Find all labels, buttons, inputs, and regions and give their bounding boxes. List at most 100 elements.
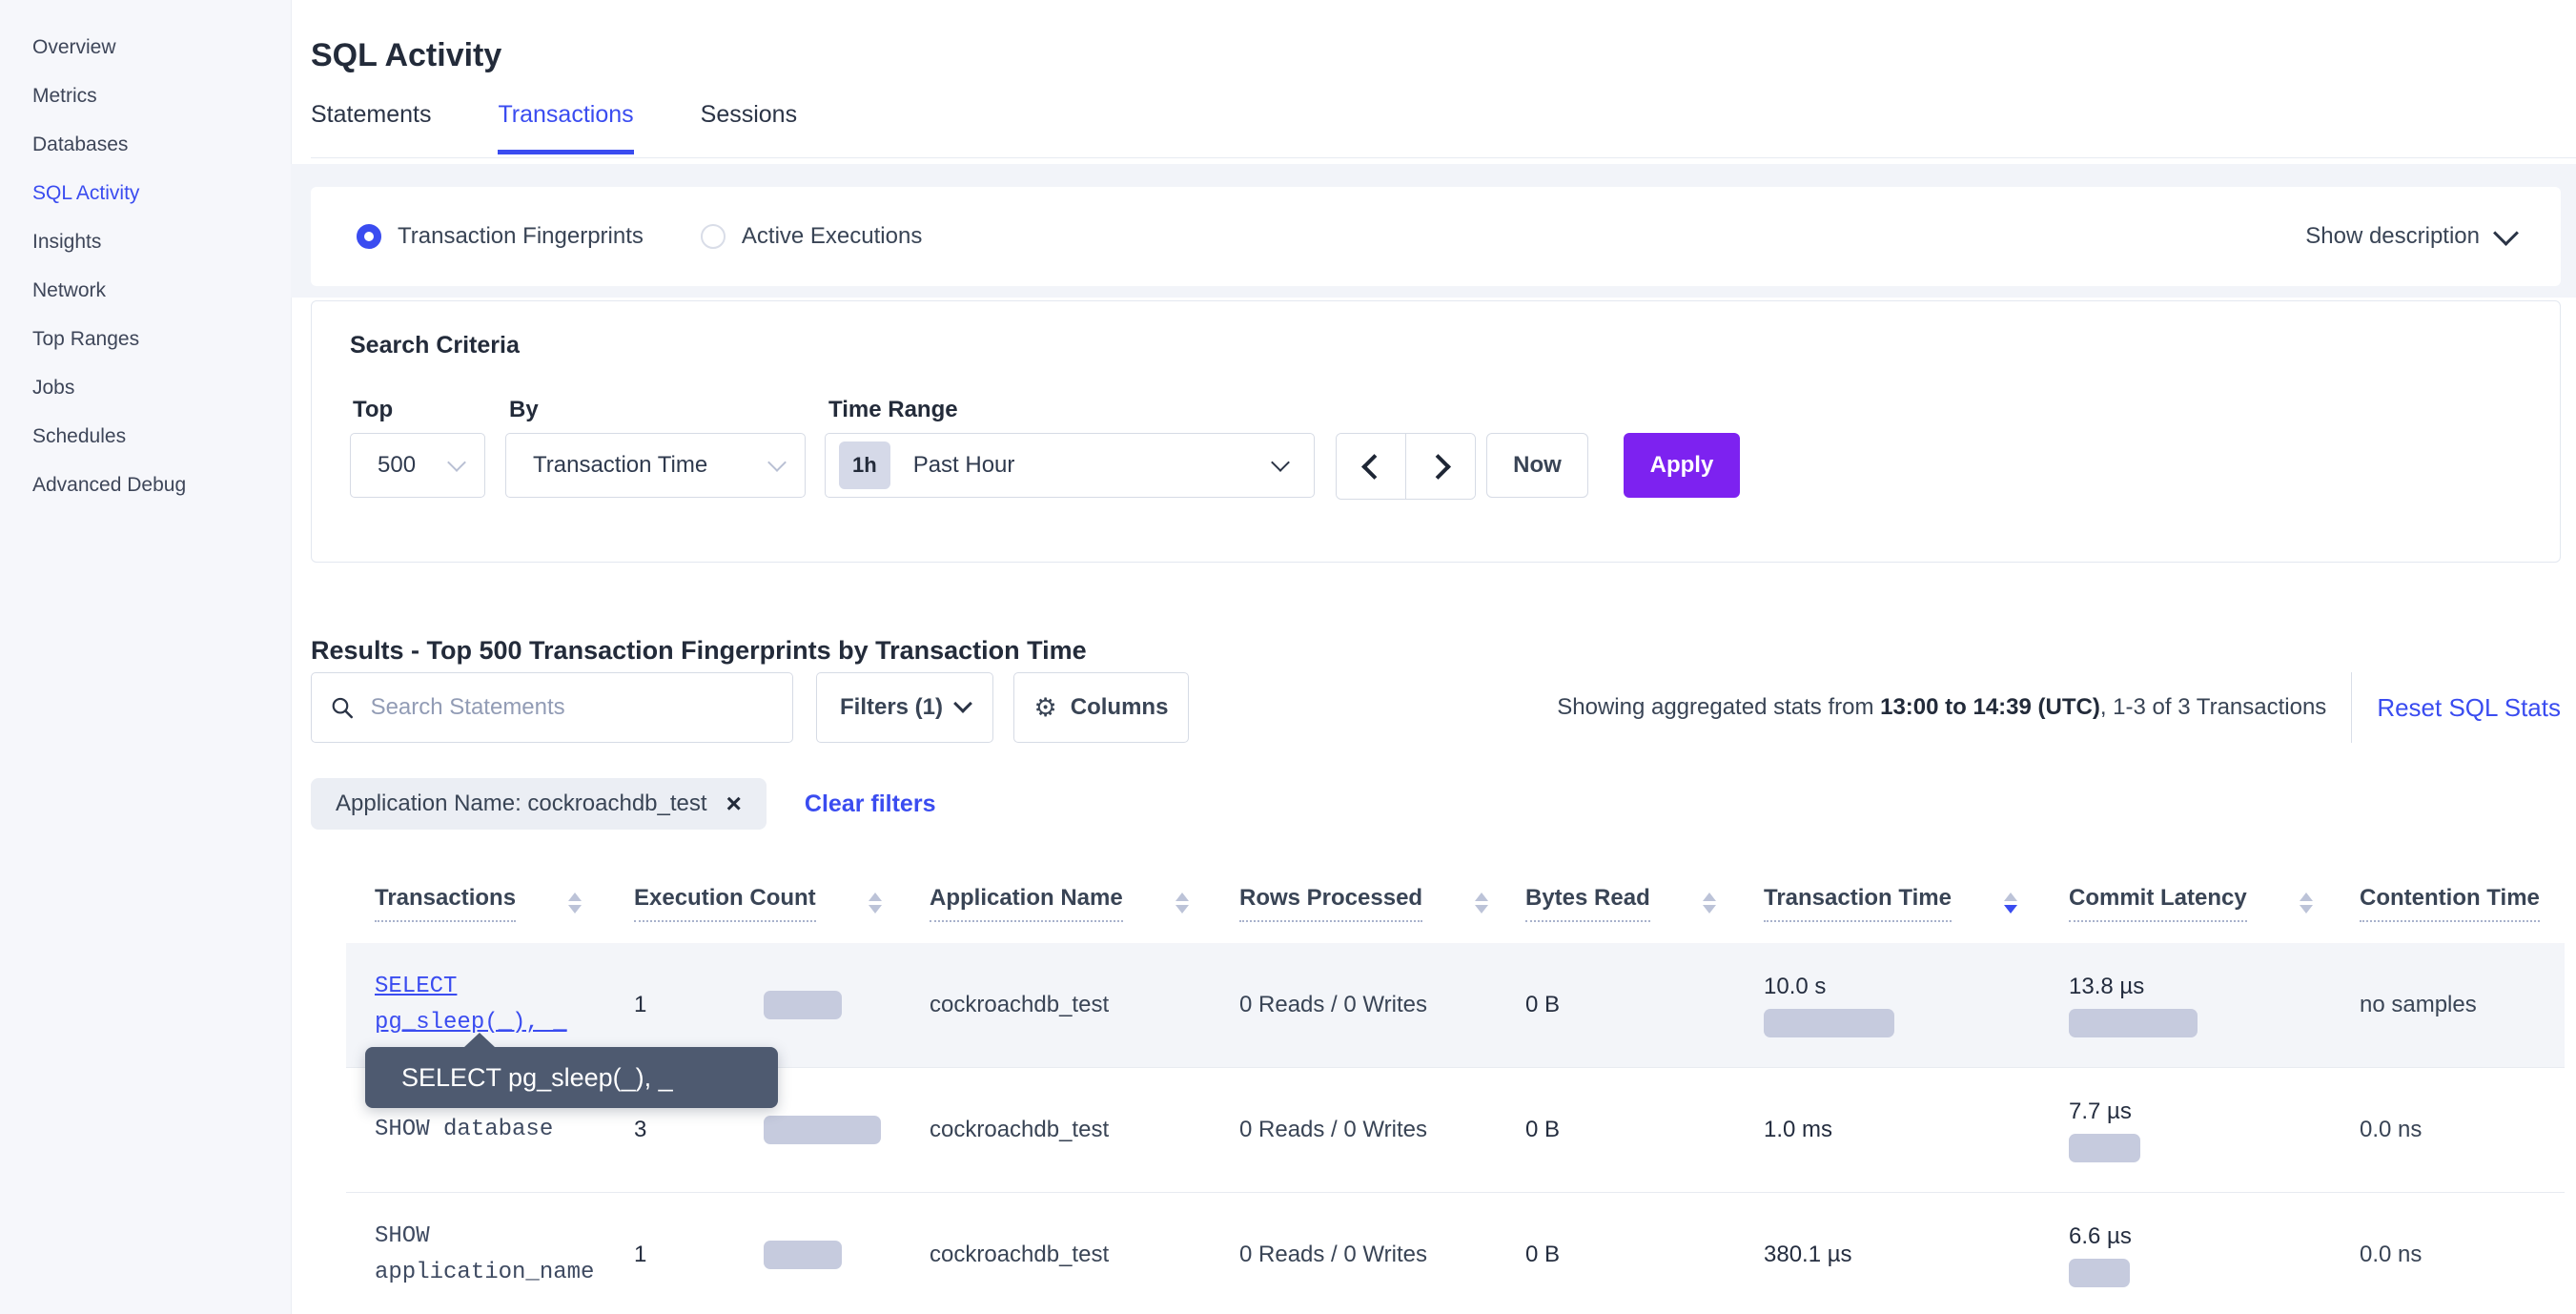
by-label: By: [509, 397, 539, 423]
by-select-value: Transaction Time: [533, 452, 707, 479]
radio-label: Transaction Fingerprints: [398, 223, 644, 250]
execution-count-bar: [764, 1241, 842, 1269]
column-header-transactions[interactable]: Transactions: [346, 885, 634, 922]
column-header-rows-processed[interactable]: Rows Processed: [1239, 885, 1525, 922]
time-next-button[interactable]: [1405, 434, 1475, 499]
column-header-transaction-time[interactable]: Transaction Time: [1764, 885, 2069, 922]
radio-transaction-fingerprints[interactable]: Transaction Fingerprints: [357, 223, 644, 250]
top-select-value: 500: [378, 452, 416, 479]
time-nav-group: [1336, 433, 1476, 500]
execution-count-cell: 1: [634, 1241, 930, 1269]
search-statements-input[interactable]: [369, 693, 773, 722]
sort-icon[interactable]: [869, 893, 882, 914]
search-icon: [331, 695, 354, 720]
radio-label: Active Executions: [742, 223, 922, 250]
view-toggle-band: Transaction Fingerprints Active Executio…: [291, 164, 2576, 298]
now-button[interactable]: Now: [1486, 433, 1588, 498]
radio-unselected-icon[interactable]: [701, 224, 726, 249]
time-range-badge: 1h: [839, 441, 890, 489]
filter-chip-application-name[interactable]: Application Name: cockroachdb_test ×: [311, 778, 767, 830]
radio-selected-icon[interactable]: [357, 224, 381, 249]
column-header-commit-latency[interactable]: Commit Latency: [2069, 885, 2360, 922]
filter-chip-label: Application Name: cockroachdb_test: [336, 790, 707, 817]
time-range-value: Past Hour: [913, 452, 1015, 479]
sidebar-item-top-ranges[interactable]: Top Ranges: [32, 315, 291, 363]
time-range-select[interactable]: 1h Past Hour: [825, 433, 1315, 498]
stats-time-range: 13:00 to 14:39 (UTC): [1880, 694, 2100, 720]
top-label: Top: [353, 397, 393, 423]
chevron-right-icon: [1425, 454, 1451, 480]
top-select[interactable]: 500: [350, 433, 485, 498]
contention-time-cell: 0.0 ns: [2360, 1117, 2565, 1143]
view-toggle-card: Transaction Fingerprints Active Executio…: [311, 187, 2561, 286]
chevron-down-icon: [2493, 220, 2519, 246]
chevron-down-icon: [767, 453, 787, 472]
transaction-cell[interactable]: SHOW application_name: [346, 1219, 634, 1291]
sidebar-item-network[interactable]: Network: [32, 266, 291, 315]
tooltip-text: SELECT pg_sleep(_), _: [401, 1063, 673, 1093]
chevron-left-icon: [1361, 454, 1387, 480]
sidebar-item-advanced-debug[interactable]: Advanced Debug: [32, 461, 291, 509]
tab-bar: Statements Transactions Sessions: [311, 101, 797, 154]
sort-icon[interactable]: [1475, 893, 1488, 914]
table-header-row: Transactions Execution Count Application…: [346, 863, 2565, 943]
application-name-cell: cockroachdb_test: [930, 1242, 1239, 1268]
apply-button[interactable]: Apply: [1624, 433, 1740, 498]
active-filters-row: Application Name: cockroachdb_test × Cle…: [311, 778, 935, 830]
aggregated-stats-text: Showing aggregated stats from 13:00 to 1…: [1557, 694, 2326, 721]
chevron-down-icon: [953, 694, 972, 713]
results-title: Results - Top 500 Transaction Fingerprin…: [311, 636, 1087, 666]
transaction-link[interactable]: SELECT pg_sleep(_), _: [346, 969, 634, 1041]
sidebar-item-insights[interactable]: Insights: [32, 217, 291, 266]
sidebar-item-sql-activity[interactable]: SQL Activity: [32, 169, 291, 217]
columns-button[interactable]: ⚙ Columns: [1013, 672, 1189, 743]
transaction-tooltip: SELECT pg_sleep(_), _: [365, 1047, 778, 1108]
search-statements-box: [311, 672, 793, 743]
search-criteria-card: Search Criteria Top By Time Range 500 Tr…: [311, 300, 2561, 563]
sort-icon[interactable]: [568, 893, 582, 914]
sidebar-item-schedules[interactable]: Schedules: [32, 412, 291, 461]
tab-transactions[interactable]: Transactions: [498, 101, 633, 154]
commit-latency-bar: [2069, 1009, 2198, 1037]
rows-processed-cell: 0 Reads / 0 Writes: [1239, 1242, 1525, 1268]
bytes-read-cell: 0 B: [1525, 1242, 1764, 1268]
chevron-down-icon: [1271, 453, 1290, 472]
transaction-time-cell: 380.1 µs: [1764, 1242, 2069, 1268]
sidebar-item-overview[interactable]: Overview: [32, 23, 291, 72]
radio-active-executions[interactable]: Active Executions: [701, 223, 922, 250]
commit-latency-cell: 6.6 µs: [2069, 1223, 2360, 1287]
time-prev-button[interactable]: [1337, 434, 1405, 499]
filters-label: Filters (1): [840, 694, 943, 721]
tab-statements[interactable]: Statements: [311, 101, 431, 154]
clear-filters-link[interactable]: Clear filters: [805, 790, 936, 818]
show-description-toggle[interactable]: Show description: [2305, 223, 2515, 250]
application-name-cell: cockroachdb_test: [930, 1117, 1239, 1143]
by-select[interactable]: Transaction Time: [505, 433, 806, 498]
toolbar-divider: [2351, 672, 2352, 743]
sidebar: Overview Metrics Databases SQL Activity …: [0, 0, 292, 1314]
column-header-contention-time[interactable]: Contention Time: [2360, 885, 2565, 922]
table-row[interactable]: SHOW application_name 1 cockroachdb_test…: [346, 1192, 2565, 1314]
sort-icon[interactable]: [2300, 893, 2313, 914]
bytes-read-cell: 0 B: [1525, 992, 1764, 1018]
tab-sessions[interactable]: Sessions: [701, 101, 797, 154]
column-header-execution-count[interactable]: Execution Count: [634, 885, 930, 922]
execution-count-bar: [764, 1116, 881, 1144]
reset-sql-stats-link[interactable]: Reset SQL Stats: [2377, 693, 2561, 723]
sidebar-item-metrics[interactable]: Metrics: [32, 72, 291, 120]
column-header-bytes-read[interactable]: Bytes Read: [1525, 885, 1764, 922]
sort-icon[interactable]: [1703, 893, 1716, 914]
close-icon[interactable]: ×: [726, 790, 742, 817]
transaction-time-cell: 1.0 ms: [1764, 1117, 2069, 1143]
filters-button[interactable]: Filters (1): [816, 672, 993, 743]
commit-latency-bar: [2069, 1259, 2130, 1287]
commit-latency-bar: [2069, 1134, 2140, 1162]
sidebar-item-databases[interactable]: Databases: [32, 120, 291, 169]
sidebar-item-jobs[interactable]: Jobs: [32, 363, 291, 412]
sort-icon-active-desc[interactable]: [2004, 893, 2017, 914]
transaction-cell[interactable]: SHOW database: [346, 1112, 634, 1148]
contention-time-cell: no samples: [2360, 992, 2565, 1018]
execution-count-bar: [764, 991, 842, 1019]
sort-icon[interactable]: [1176, 893, 1189, 914]
column-header-application-name[interactable]: Application Name: [930, 885, 1239, 922]
